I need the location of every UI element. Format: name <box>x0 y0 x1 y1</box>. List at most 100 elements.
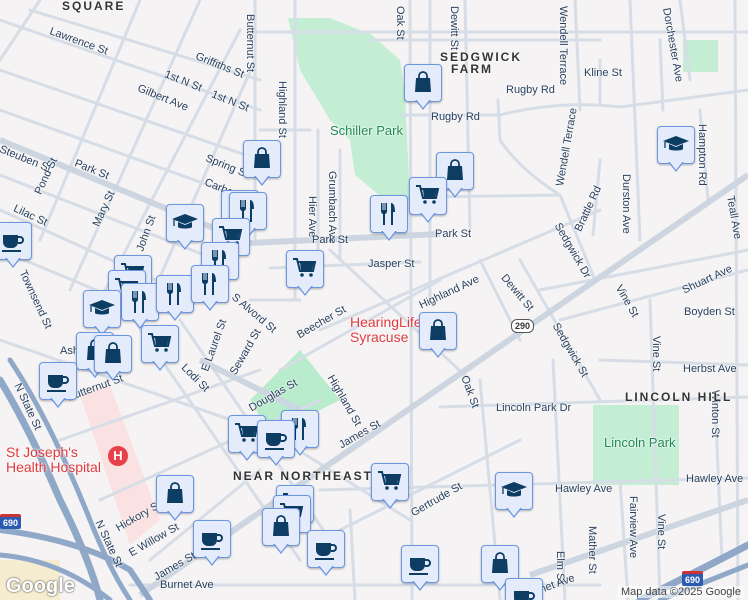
street-label: Lincoln Park Dr <box>496 402 572 414</box>
marker-box[interactable] <box>370 195 408 233</box>
restaurant-icon <box>380 203 395 225</box>
marker-box[interactable] <box>419 312 457 350</box>
map-marker-shopping-cart[interactable] <box>286 250 324 298</box>
street-label: Wendell Terrace <box>557 6 569 86</box>
marker-box[interactable] <box>0 222 32 260</box>
map-marker-graduation-cap[interactable] <box>166 204 204 252</box>
marker-pointer <box>177 239 193 250</box>
marker-box[interactable] <box>409 177 447 215</box>
google-logo[interactable]: Google <box>6 575 75 598</box>
map-marker-shopping-bag[interactable] <box>94 335 132 383</box>
schiller-park-area <box>288 18 410 200</box>
coffee-icon <box>315 543 337 560</box>
interstate-690-shield: 690 <box>0 514 22 529</box>
park-label: Lincoln Park <box>604 435 676 450</box>
map-marker-coffee[interactable] <box>257 420 295 468</box>
marker-pointer <box>167 310 183 321</box>
street-label: Burnet Ave <box>160 579 214 591</box>
map-marker-shopping-bag[interactable] <box>243 140 281 188</box>
marker-box[interactable] <box>371 463 409 501</box>
marker-pointer <box>420 212 436 223</box>
map-marker-coffee[interactable] <box>193 520 231 568</box>
coffee-icon <box>201 533 223 550</box>
marker-pointer <box>254 175 270 186</box>
street-label: Boyden St <box>684 306 735 318</box>
shopping-bag-icon <box>415 71 431 92</box>
map-canvas[interactable]: SQUARE Lawrence St Griffiths St 1st N St 1st… <box>0 0 748 600</box>
park-label: Schiller Park <box>330 123 403 138</box>
map-marker-coffee[interactable] <box>401 545 439 593</box>
marker-box[interactable] <box>505 578 543 600</box>
map-marker-restaurant[interactable] <box>191 265 229 313</box>
marker-box[interactable] <box>262 508 300 546</box>
map-marker-graduation-cap[interactable] <box>495 472 533 520</box>
map-marker-shopping-cart[interactable] <box>371 463 409 511</box>
map-marker-shopping-bag[interactable] <box>404 64 442 112</box>
marker-pointer <box>318 565 334 576</box>
marker-box[interactable] <box>307 530 345 568</box>
street-label: Herbst Ave <box>683 363 737 375</box>
marker-pointer <box>415 99 431 110</box>
marker-box[interactable] <box>121 283 159 321</box>
shopping-bag-icon <box>167 482 183 503</box>
marker-box[interactable] <box>191 265 229 303</box>
marker-box[interactable] <box>83 290 121 328</box>
street-label: SQUARE <box>62 0 126 13</box>
map-marker-restaurant[interactable] <box>156 275 194 323</box>
marker-box[interactable] <box>401 545 439 583</box>
map-marker-restaurant[interactable] <box>370 195 408 243</box>
neighborhood-label: NEAR NORTHEAST <box>233 469 374 483</box>
poi-label-hearinglife[interactable]: HearingLife Syracuse <box>350 315 425 345</box>
poi-label-hospital[interactable]: St Joseph's Health Hospital <box>6 445 106 475</box>
marker-pointer <box>297 285 313 296</box>
street-label: Fairview Ave <box>627 496 639 559</box>
street-label: Kline St <box>584 67 622 79</box>
street-label: Highland St <box>276 81 288 138</box>
marker-pointer <box>412 580 428 591</box>
map-marker-shopping-cart[interactable] <box>141 325 179 373</box>
marker-box[interactable] <box>156 475 194 513</box>
interstate-690-shield: 690 <box>682 571 704 586</box>
marker-box[interactable] <box>243 140 281 178</box>
restaurant-icon <box>166 283 181 305</box>
street-label: Jasper St <box>368 258 415 270</box>
marker-pointer <box>167 510 183 521</box>
map-marker-coffee[interactable] <box>505 578 543 600</box>
graduation-cap-icon <box>501 482 527 497</box>
marker-box[interactable] <box>166 204 204 242</box>
shopping-bag-icon <box>492 552 508 573</box>
restaurant-icon <box>201 273 216 295</box>
marker-box[interactable] <box>257 420 295 458</box>
map-marker-graduation-cap[interactable] <box>657 126 695 174</box>
marker-box[interactable] <box>141 325 179 363</box>
map-marker-shopping-bag[interactable] <box>262 508 300 556</box>
marker-box[interactable] <box>286 250 324 288</box>
map-marker-shopping-bag[interactable] <box>156 475 194 523</box>
marker-pointer <box>268 455 284 466</box>
marker-box[interactable] <box>657 126 695 164</box>
map-marker-coffee[interactable] <box>307 530 345 578</box>
map-marker-restaurant[interactable] <box>121 283 159 331</box>
marker-box[interactable] <box>404 64 442 102</box>
marker-box[interactable] <box>156 275 194 313</box>
marker-pointer <box>506 507 522 518</box>
marker-box[interactable] <box>39 362 77 400</box>
map-marker-shopping-cart[interactable] <box>409 177 447 225</box>
street-label: Oak St <box>394 6 406 40</box>
marker-pointer <box>105 370 121 381</box>
marker-box[interactable] <box>193 520 231 558</box>
map-marker-coffee[interactable] <box>0 222 32 270</box>
map-marker-coffee[interactable] <box>39 362 77 410</box>
marker-box[interactable] <box>495 472 533 510</box>
street-label: Butternut St <box>244 14 256 73</box>
marker-box[interactable] <box>94 335 132 373</box>
map-marker-graduation-cap[interactable] <box>83 290 121 338</box>
marker-pointer <box>273 543 289 554</box>
map-attribution[interactable]: Map data ©2025 Google <box>617 586 744 598</box>
map-marker-shopping-bag[interactable] <box>419 312 457 360</box>
street-label: Hampton Rd <box>696 124 708 186</box>
shopping-cart-icon <box>378 471 402 490</box>
hospital-icon[interactable]: H <box>108 446 128 466</box>
street-label: Vine St <box>655 514 667 550</box>
street-label: Hawley Ave <box>555 483 613 495</box>
